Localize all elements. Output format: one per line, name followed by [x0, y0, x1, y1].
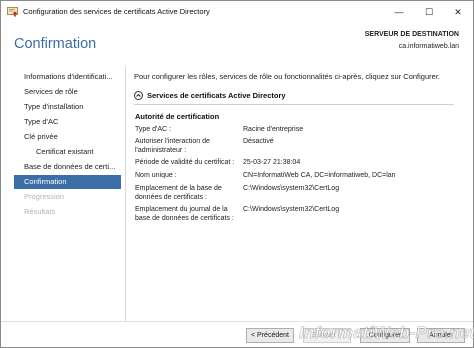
close-button[interactable]: ✕ [443, 1, 473, 23]
section-divider [134, 104, 454, 105]
watermark-text: InformatiWeb-Pro.net [299, 323, 474, 343]
nav-item-existing-certificate[interactable]: Certificat existant [14, 145, 121, 159]
nav-item-private-key[interactable]: Clé privée [14, 130, 121, 144]
detail-value: CN=InformatiWeb CA, DC=informatiweb, DC=… [243, 172, 396, 179]
previous-button[interactable]: < Précédent [246, 328, 294, 343]
chevron-up-icon[interactable] [134, 90, 143, 100]
section-title: Services de certificats Active Directory [147, 90, 286, 100]
confirmation-content: Pour configurer les rôles, services de r… [125, 67, 465, 321]
detail-label: Emplacement du journal de la base de don… [135, 206, 234, 222]
nav-item-confirmation[interactable]: Confirmation [14, 175, 121, 189]
content-divider [125, 67, 126, 321]
group-title: Autorité de certification [135, 112, 220, 121]
detail-label: Nom unique : [135, 172, 177, 179]
nav-item-results: Résultats [24, 207, 56, 216]
nav-item-progress: Progression [24, 192, 65, 201]
nav-item-ca-type[interactable]: Type d'AC [14, 115, 121, 129]
page-title: Confirmation [14, 36, 97, 52]
certificate-services-icon [7, 6, 18, 17]
detail-value: C:\Windows\system32\CertLog [243, 206, 340, 213]
detail-value: C:\Windows\system32\CertLog [243, 185, 340, 192]
minimize-button[interactable]: — [384, 1, 414, 23]
detail-value: Désactivé [243, 138, 274, 145]
detail-label: Période de validité du certificat : [135, 159, 235, 166]
nav-item-certificate-database[interactable]: Base de données de certi... [14, 160, 121, 174]
detail-label: Emplacement de la base de données de cer… [135, 185, 222, 201]
window-title: Configuration des services de certificat… [23, 7, 210, 16]
destination-server-label: SERVEUR DE DESTINATION [364, 31, 459, 38]
detail-label: Autoriser l'interaction de l'administrat… [135, 138, 210, 154]
nav-item-role-services[interactable]: Services de rôle [14, 85, 121, 99]
footer-divider [1, 321, 473, 322]
detail-label: Type d'AC : [135, 126, 171, 133]
maximize-button[interactable]: ☐ [414, 1, 444, 23]
title-bar[interactable]: Configuration des services de certificat… [1, 1, 473, 23]
nav-item-setup-type[interactable]: Type d'installation [14, 100, 121, 114]
detail-value: Racine d'entreprise [243, 126, 304, 133]
destination-server-name: ca.informatiweb.lan [398, 43, 459, 50]
nav-item-credentials[interactable]: Informations d'identificati... [14, 70, 121, 84]
configuration-wizard-window: Configuration des services de certificat… [0, 0, 474, 348]
wizard-header: Confirmation SERVEUR DE DESTINATION ca.i… [1, 23, 473, 67]
section-header[interactable]: Services de certificats Active Directory [134, 88, 286, 102]
detail-value: 25-03-27 21:38:04 [243, 159, 301, 166]
intro-text: Pour configurer les rôles, services de r… [134, 72, 440, 81]
